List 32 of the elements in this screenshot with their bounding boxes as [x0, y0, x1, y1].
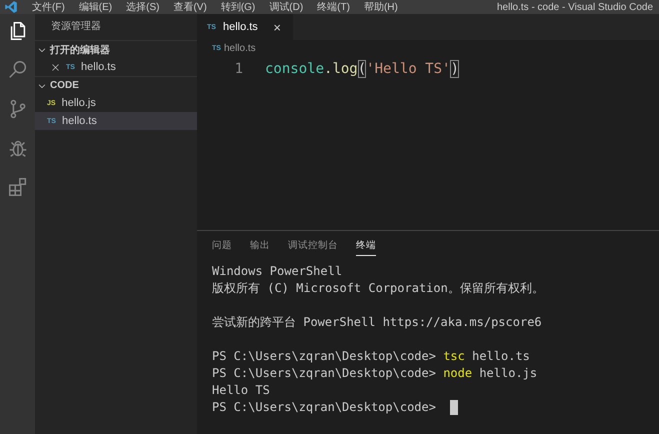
- blocks-icon[interactable]: [6, 176, 28, 198]
- breadcrumb-item[interactable]: hello.ts: [224, 43, 256, 54]
- terminal-line: 尝试新的跨平台 PowerShell https://aka.ms/pscore6: [212, 314, 543, 331]
- terminal-line: PS C:\Users\zqran\Desktop\code>: [212, 399, 437, 416]
- terminal-line: Hello TS: [212, 382, 271, 399]
- section-header[interactable]: CODE: [35, 76, 197, 94]
- code-line: console.log('Hello TS'): [265, 60, 459, 78]
- menu-item[interactable]: 文件(F): [32, 0, 65, 14]
- close-tab-button[interactable]: ×: [271, 20, 283, 34]
- tab-label: hello.ts: [222, 21, 259, 33]
- sidebar-title: 资源管理器: [50, 20, 102, 34]
- line-number: 1: [234, 61, 244, 77]
- vscode-logo-icon[interactable]: [4, 0, 18, 14]
- menu-item[interactable]: 帮助(H): [364, 0, 398, 14]
- panel-tab[interactable]: 输出: [250, 233, 270, 255]
- menu-item[interactable]: 调试(D): [269, 0, 304, 14]
- terminal-line: 版权所有 (C) Microsoft Corporation。保留所有权利。: [212, 280, 545, 297]
- close-icon[interactable]: [51, 62, 60, 72]
- section-header[interactable]: 打开的编辑器: [35, 40, 197, 58]
- panel-tab[interactable]: 问题: [212, 233, 232, 255]
- menu-item[interactable]: 选择(S): [126, 0, 160, 14]
- menu-item[interactable]: 查看(V): [173, 0, 207, 14]
- menu-item[interactable]: 转到(G): [220, 0, 256, 14]
- panel-tab[interactable]: 调试控制台: [288, 233, 338, 255]
- panel-tab[interactable]: 终端: [356, 232, 376, 256]
- window-title: hello.ts - code - Visual Studio Code: [496, 2, 653, 12]
- menu-item[interactable]: 编辑(E): [78, 0, 112, 14]
- terminal-line: Windows PowerShell: [212, 263, 344, 280]
- terminal-line: PS C:\Users\zqran\Desktop\code> node hello.js: [212, 365, 538, 382]
- menu-item[interactable]: 终端(T): [317, 0, 350, 14]
- search-icon[interactable]: [6, 59, 28, 81]
- terminal-line: PS C:\Users\zqran\Desktop\code> tsc hello.ts: [212, 348, 531, 365]
